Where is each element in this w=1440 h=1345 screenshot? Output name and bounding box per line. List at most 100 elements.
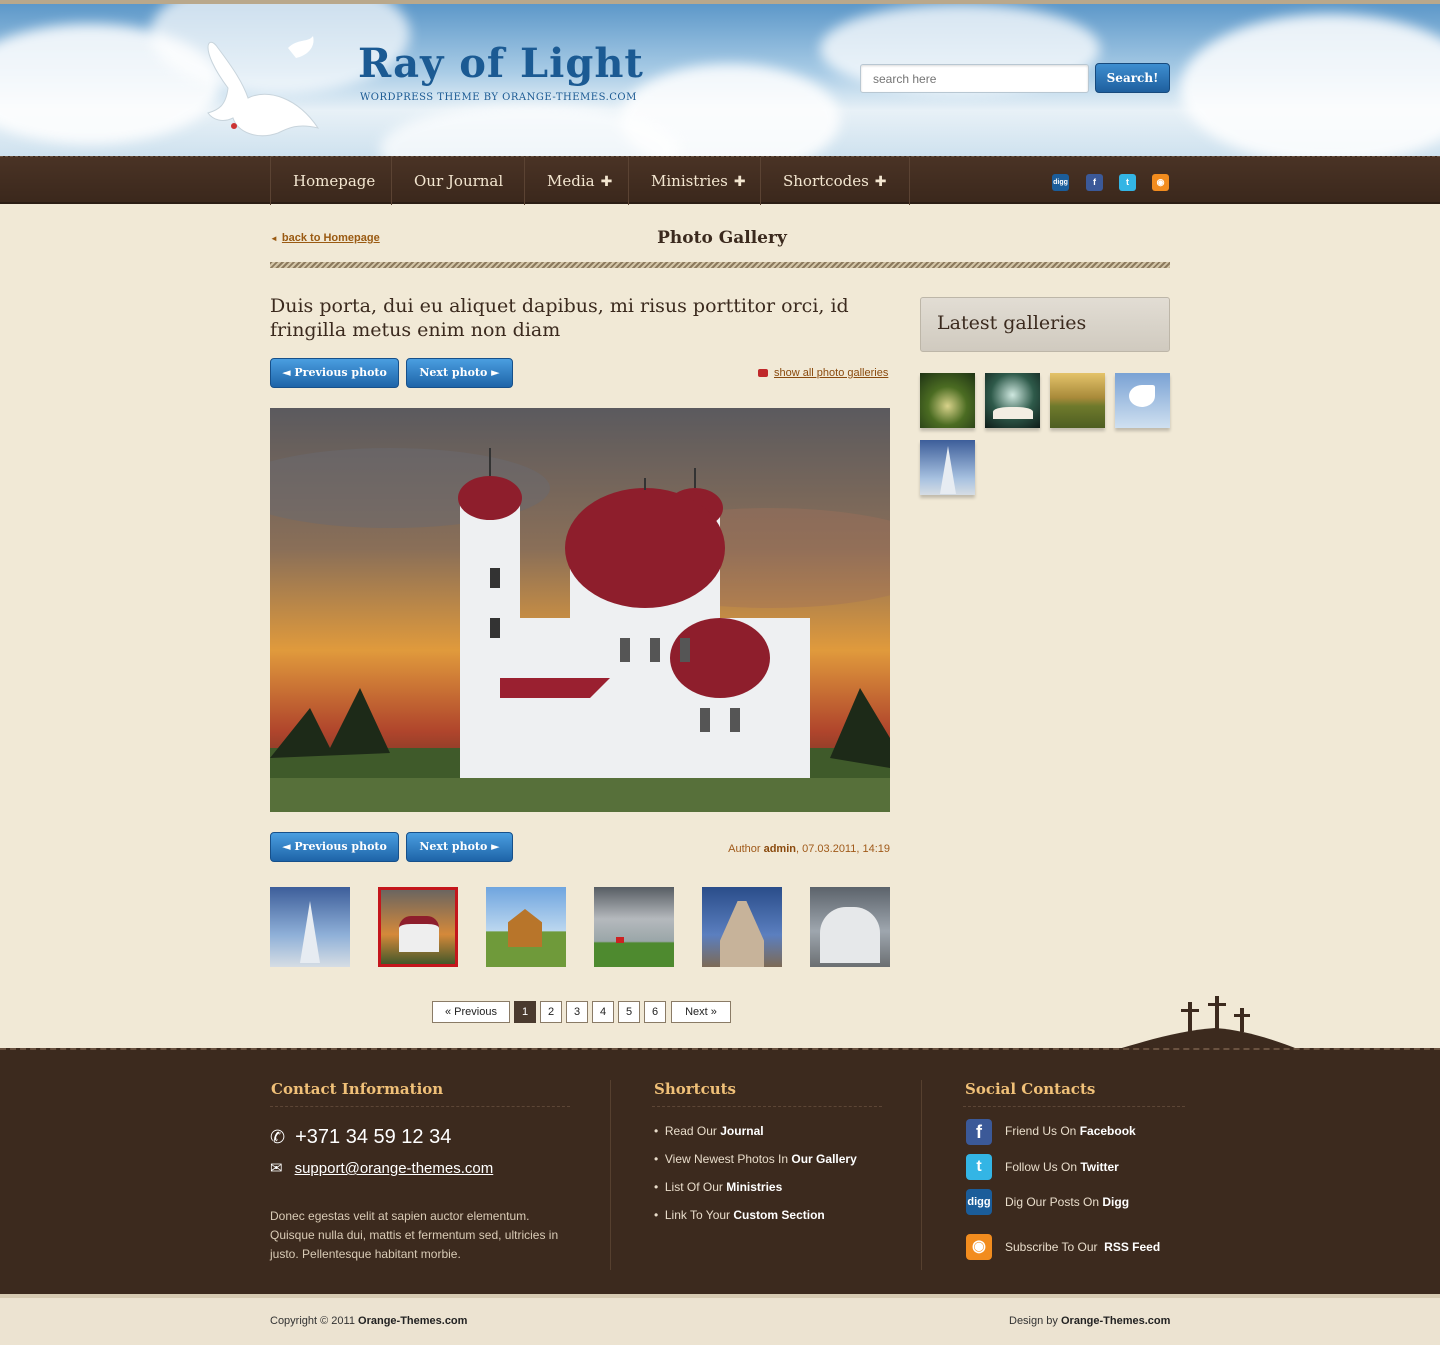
page-title: Photo Gallery <box>657 228 787 248</box>
gallery-thumbnail[interactable] <box>702 887 782 967</box>
show-all-label: show all photo galleries <box>774 367 889 379</box>
gallery-thumbnail[interactable] <box>810 887 890 967</box>
post-title: Duis porta, dui eu aliquet dapibus, mi r… <box>270 295 849 341</box>
red-dome-church-thumb <box>381 890 455 964</box>
dove-thumb[interactable] <box>1115 373 1170 428</box>
bottom-bar <box>0 1294 1440 1345</box>
shortcut-link-gallery[interactable]: • View Newest Photos In Our Gallery <box>654 1152 857 1166</box>
rss-icon[interactable]: ◉ <box>966 1234 992 1260</box>
bullet-icon: • <box>654 1208 665 1222</box>
pagination-next[interactable]: Next » <box>671 1001 731 1023</box>
nav-item-label: Shortcodes <box>783 172 869 190</box>
author-meta: Author admin, 07.03.2011, 14:19 <box>690 843 890 855</box>
social-link-twitter[interactable]: Follow Us On Twitter <box>1005 1160 1119 1174</box>
pagination-page-5[interactable]: 5 <box>618 1001 640 1023</box>
copyright-prefix: Copyright © 2011 <box>270 1315 359 1327</box>
social-bold: Digg <box>1102 1195 1130 1209</box>
bullet-icon: • <box>654 1180 665 1194</box>
bullet-icon: • <box>654 1124 665 1138</box>
social-link-rss[interactable]: Subscribe To Our RSS Feed <box>1005 1240 1160 1254</box>
shortcut-text: List Of Our <box>664 1180 727 1194</box>
site-tagline: WORDPRESS THEME BY ORANGE-THEMES.COM <box>360 92 637 103</box>
twitter-icon[interactable]: t <box>1119 174 1136 191</box>
open-book-thumb[interactable] <box>985 373 1040 428</box>
next-photo-button[interactable]: Next photo ► <box>406 358 513 388</box>
nav-item-ministries[interactable]: Ministries ✚ <box>628 157 768 205</box>
divider <box>270 262 1170 268</box>
nav-item-shortcodes[interactable]: Shortcodes ✚ <box>760 157 910 205</box>
social-bold: Facebook <box>1079 1124 1136 1138</box>
gallery-thumbnail[interactable] <box>594 887 674 967</box>
nav-item-media[interactable]: Media ✚ <box>524 157 634 205</box>
design-site-link[interactable]: Orange-Themes.com <box>1061 1315 1170 1327</box>
camera-icon <box>758 369 768 378</box>
main-navigation: Homepage Our Journal Media ✚ Ministries ✚ … <box>0 156 1440 205</box>
pagination-page-2[interactable]: 2 <box>540 1001 562 1023</box>
search-button[interactable]: Search! <box>1095 63 1170 93</box>
site-logo[interactable]: Ray of Light <box>358 40 644 87</box>
contact-phone: ✆ +371 34 59 12 34 <box>270 1126 451 1149</box>
digg-icon[interactable]: digg <box>966 1189 992 1215</box>
social-bold: Twitter <box>1080 1160 1119 1174</box>
pagination-page-6[interactable]: 6 <box>644 1001 666 1023</box>
next-photo-button-bottom[interactable]: Next photo ► <box>406 832 513 862</box>
pagination-page-1[interactable]: 1 <box>514 1001 536 1023</box>
cloud-decoration <box>1180 14 1440 156</box>
chapel-field-thumb[interactable] <box>1050 373 1105 428</box>
plus-icon: ✚ <box>733 174 746 190</box>
copyright-site-link[interactable]: Orange-Themes.com <box>358 1315 467 1327</box>
shortcut-text: Read Our <box>664 1124 721 1138</box>
contact-email[interactable]: ✉ support@orange-themes.com <box>270 1159 493 1177</box>
sidebar-heading: Latest galleries <box>920 297 1170 352</box>
back-arrow-icon: ◄ <box>270 234 278 243</box>
previous-photo-button[interactable]: ◄ Previous photo <box>270 358 399 388</box>
shortcut-link-custom[interactable]: • Link To Your Custom Section <box>654 1208 825 1222</box>
pagination-page-4[interactable]: 4 <box>592 1001 614 1023</box>
contact-heading: Contact Information <box>271 1080 444 1098</box>
forest-path-thumb[interactable] <box>920 373 975 428</box>
shortcut-link-ministries[interactable]: • List Of Our Ministries <box>654 1180 782 1194</box>
previous-photo-button-bottom[interactable]: ◄ Previous photo <box>270 832 399 862</box>
church-spire-thumb[interactable] <box>920 440 975 495</box>
social-link-facebook[interactable]: Friend Us On Facebook <box>1005 1124 1136 1138</box>
social-text: Friend Us On <box>1005 1124 1080 1138</box>
search-input[interactable] <box>860 64 1089 93</box>
gallery-thumbnail[interactable] <box>270 887 350 967</box>
mail-icon: ✉ <box>270 1160 283 1177</box>
shortcut-link-journal[interactable]: • Read Our Journal <box>654 1124 764 1138</box>
shortcut-bold: Our Gallery <box>791 1152 857 1166</box>
pagination-page-3[interactable]: 3 <box>566 1001 588 1023</box>
nav-item-our-journal[interactable]: Our Journal <box>391 157 525 205</box>
cathedral-thumb <box>720 901 764 967</box>
gallery-thumbnail-active[interactable] <box>378 887 458 967</box>
nav-item-homepage[interactable]: Homepage <box>270 157 397 205</box>
shortcut-text: View Newest Photos In <box>664 1152 792 1166</box>
facebook-icon[interactable]: f <box>1086 174 1103 191</box>
design-prefix: Design by <box>1009 1315 1061 1327</box>
rss-icon[interactable]: ◉ <box>1152 174 1169 191</box>
email-address[interactable]: support@orange-themes.com <box>295 1160 494 1177</box>
social-link-digg[interactable]: Dig Our Posts On Digg <box>1005 1195 1129 1209</box>
digg-icon[interactable]: digg <box>1052 174 1069 191</box>
shortcut-text: Link To Your <box>664 1208 734 1222</box>
author-prefix: Author <box>728 843 761 855</box>
shortcut-bold: Ministries <box>726 1180 783 1194</box>
twitter-icon[interactable]: t <box>966 1154 992 1180</box>
show-all-galleries-link[interactable]: show all photo galleries <box>758 367 888 379</box>
shortcut-bold: Custom Section <box>733 1208 825 1222</box>
facebook-icon[interactable]: f <box>966 1119 992 1145</box>
nav-item-label: Homepage <box>293 172 376 190</box>
main-photo <box>270 408 890 812</box>
divider <box>652 1106 882 1107</box>
hill-crosses-icon <box>1115 996 1300 1050</box>
gallery-thumbnail[interactable] <box>486 887 566 967</box>
nav-item-label: Ministries <box>651 172 728 190</box>
plus-icon: ✚ <box>600 174 613 190</box>
copyright: Copyright © 2011 Orange-Themes.com <box>270 1315 467 1327</box>
pagination-previous[interactable]: « Previous <box>432 1001 510 1023</box>
back-to-homepage-link[interactable]: ◄ back to Homepage <box>270 232 380 244</box>
white-church-thumb <box>820 907 880 963</box>
author-name[interactable]: admin <box>764 843 796 855</box>
contact-description: Donec egestas velit at sapien auctor ele… <box>270 1209 559 1261</box>
social-bold: RSS Feed <box>1104 1240 1161 1254</box>
